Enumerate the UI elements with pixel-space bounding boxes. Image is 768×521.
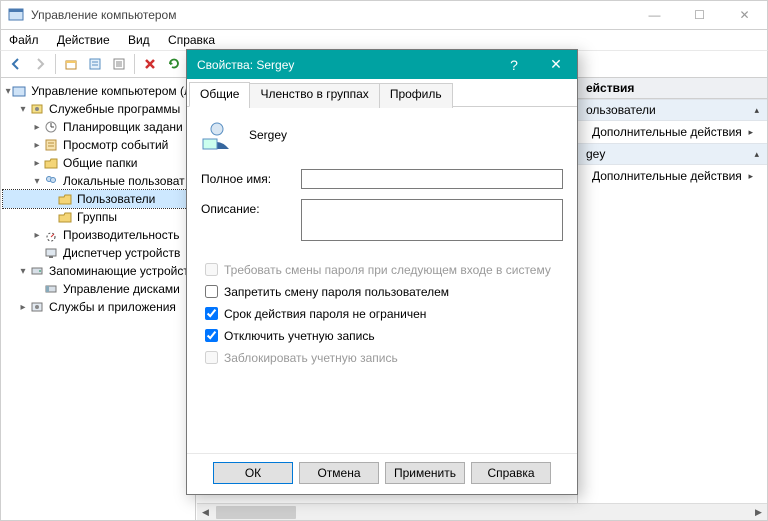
delete-button[interactable] [139, 53, 161, 75]
description-input[interactable] [301, 199, 563, 241]
back-button[interactable] [5, 53, 27, 75]
dialog-title: Свойства: Sergey [197, 58, 294, 72]
menu-action[interactable]: Действие [57, 33, 110, 47]
fullname-label: Полное имя: [201, 169, 301, 186]
tree-shared-folders[interactable]: ▸Общие папки [3, 154, 193, 172]
chk-disable-account[interactable]: Отключить учетную запись [201, 326, 563, 345]
collapse-icon: ▴ [754, 105, 759, 116]
tab-general[interactable]: Общие [189, 82, 250, 107]
tree-services[interactable]: ▸Службы и приложения [3, 298, 193, 316]
menu-file[interactable]: Файл [9, 33, 39, 47]
menubar: Файл Действие Вид Справка [0, 30, 768, 50]
dialog-close-button[interactable]: ✕ [535, 50, 577, 79]
dialog-titlebar[interactable]: Свойства: Sergey ? ✕ [187, 50, 577, 79]
tab-member-of[interactable]: Членство в группах [249, 83, 379, 108]
maximize-button[interactable]: ☐ [677, 1, 722, 29]
minimize-button[interactable]: — [632, 1, 677, 29]
actions-pane: ействия ользователи▴ Дополнительные дейс… [577, 78, 767, 520]
tree-disk-mgmt[interactable]: Управление дисками [3, 280, 193, 298]
actions-more-1[interactable]: Дополнительные действия▸ [578, 121, 767, 143]
properties-toolbar-button[interactable] [84, 53, 106, 75]
tree-performance[interactable]: ▸Производительность [3, 226, 193, 244]
tree-device-manager[interactable]: Диспетчер устройств [3, 244, 193, 262]
actions-header: ействия [578, 78, 767, 99]
chevron-right-icon: ▸ [748, 127, 753, 138]
chevron-right-icon: ▸ [748, 171, 753, 182]
window-title: Управление компьютером [31, 8, 632, 22]
dialog-help-button[interactable]: ? [493, 50, 535, 79]
refresh-button[interactable] [163, 53, 185, 75]
tree-local-users[interactable]: ▾Локальные пользоват [3, 172, 193, 190]
description-label: Описание: [201, 199, 301, 216]
export-button[interactable] [108, 53, 130, 75]
collapse-icon: ▴ [754, 149, 759, 160]
scroll-thumb[interactable] [216, 506, 296, 519]
tree-groups[interactable]: Группы [3, 208, 193, 226]
ok-button[interactable]: ОК [213, 462, 293, 484]
dialog-tabs: Общие Членство в группах Профиль [187, 79, 577, 107]
main-titlebar: Управление компьютером — ☐ ✕ [0, 0, 768, 30]
actions-more-2[interactable]: Дополнительные действия▸ [578, 165, 767, 187]
chk-change-next-logon: Требовать смены пароля при следующем вхо… [201, 260, 563, 279]
scroll-left-icon[interactable]: ◀ [197, 505, 214, 520]
app-icon [8, 7, 24, 23]
actions-section-sergey[interactable]: gey▴ [578, 143, 767, 165]
up-button[interactable] [60, 53, 82, 75]
actions-section-users[interactable]: ользователи▴ [578, 99, 767, 121]
properties-dialog: Свойства: Sergey ? ✕ Общие Членство в гр… [186, 49, 578, 495]
tree-root[interactable]: ▾Управление компьютером (л [3, 82, 193, 100]
forward-button[interactable] [29, 53, 51, 75]
chk-locked: Заблокировать учетную запись [201, 348, 563, 367]
menu-help[interactable]: Справка [168, 33, 215, 47]
tree-users[interactable]: Пользователи [3, 190, 193, 208]
apply-button[interactable]: Применить [385, 462, 465, 484]
tree-storage[interactable]: ▾Запоминающие устройст [3, 262, 193, 280]
chk-never-expires[interactable]: Срок действия пароля не ограничен [201, 304, 563, 323]
user-icon [201, 119, 233, 151]
tree-system-tools[interactable]: ▾Служебные программы [3, 100, 193, 118]
tab-profile[interactable]: Профиль [379, 83, 453, 108]
menu-view[interactable]: Вид [128, 33, 150, 47]
tree-task-scheduler[interactable]: ▸Планировщик задани [3, 118, 193, 136]
scroll-right-icon[interactable]: ▶ [750, 505, 767, 520]
chk-cannot-change[interactable]: Запретить смену пароля пользователем [201, 282, 563, 301]
close-button[interactable]: ✕ [722, 1, 767, 29]
fullname-input[interactable] [301, 169, 563, 189]
help-button[interactable]: Справка [471, 462, 551, 484]
cancel-button[interactable]: Отмена [299, 462, 379, 484]
username-label: Sergey [249, 128, 287, 142]
tree-pane: ▾Управление компьютером (л ▾Служебные пр… [1, 78, 196, 520]
tree-event-viewer[interactable]: ▸Просмотр событий [3, 136, 193, 154]
horizontal-scrollbar[interactable]: ◀ ▶ [197, 503, 767, 520]
